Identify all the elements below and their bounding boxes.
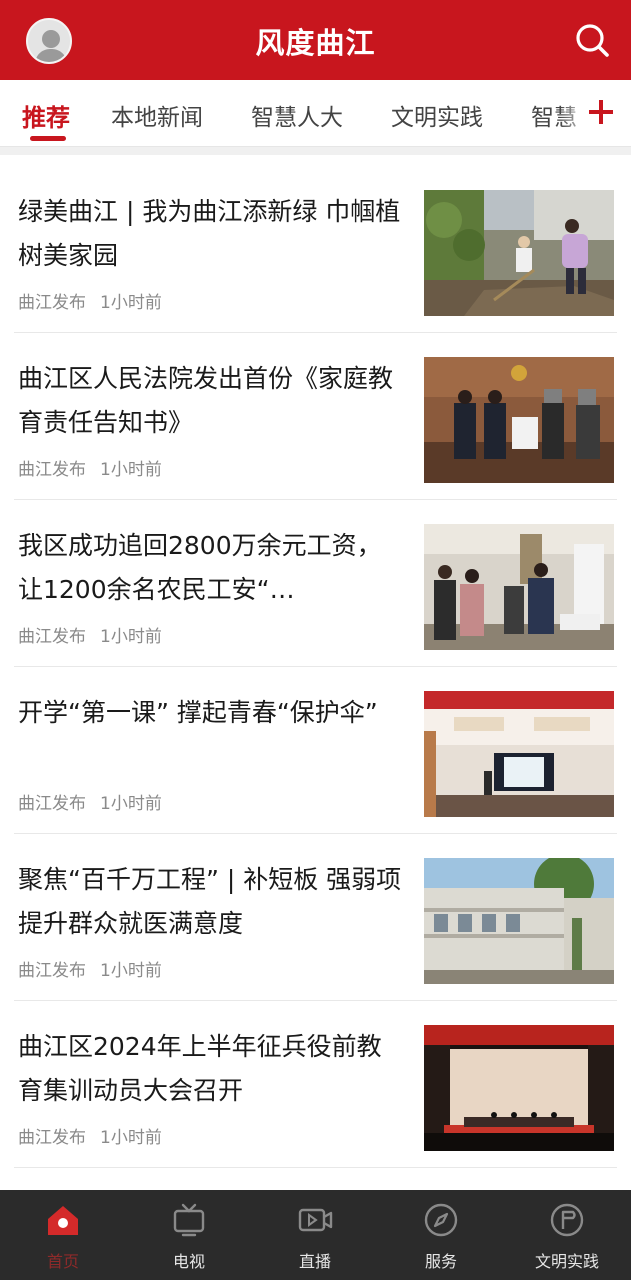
home-icon xyxy=(48,1206,78,1235)
bottom-navigation: 首页 电视 直播 服务 文明实践 xyxy=(0,1190,631,1280)
news-time: 1小时前 xyxy=(100,460,162,480)
news-thumbnail[interactable] xyxy=(424,1025,614,1151)
news-time: 1小时前 xyxy=(100,293,162,313)
news-title[interactable]: 聚焦“百千万工程” | 补短板 强弱项 提升群众就医满意度 xyxy=(18,858,406,946)
add-channel-button[interactable] xyxy=(586,97,616,127)
news-item[interactable]: 我区成功追回2800万余元工资，让1200余名农民工安“… 曲江发布 1小时前 xyxy=(0,500,631,667)
nav-tv[interactable]: 电视 xyxy=(139,1190,239,1280)
search-icon xyxy=(576,24,609,57)
compass-icon xyxy=(424,1203,458,1237)
hospital-building-photo xyxy=(424,858,614,984)
news-time: 1小时前 xyxy=(100,961,162,981)
nav-civilization[interactable]: 文明实践 xyxy=(517,1190,617,1280)
nav-home[interactable]: 首页 xyxy=(13,1190,113,1280)
channel-tabs: 推荐 本地新闻 智慧人大 文明实践 智慧 xyxy=(0,80,631,146)
news-time: 1小时前 xyxy=(100,1128,162,1148)
nav-civilization-label: 文明实践 xyxy=(534,1252,599,1271)
news-item[interactable]: 聚焦“百千万工程” | 补短板 强弱项 提升群众就医满意度 曲江发布 1小时前 xyxy=(0,834,631,1001)
news-meta: 曲江发布 1小时前 xyxy=(18,288,162,313)
news-item[interactable]: 曲江区2024年上半年征兵役前教育集训动员大会召开 曲江发布 1小时前 xyxy=(0,1001,631,1168)
item-separator xyxy=(14,1167,617,1168)
search-button[interactable] xyxy=(572,20,612,60)
nav-live[interactable]: 直播 xyxy=(265,1190,365,1280)
news-meta: 曲江发布 1小时前 xyxy=(18,789,162,814)
tab-recommend[interactable]: 推荐 xyxy=(22,98,70,133)
news-item[interactable]: 开学“第一课” 撑起青春“保护伞” 曲江发布 1小时前 xyxy=(0,667,631,834)
active-tab-indicator xyxy=(30,136,66,141)
news-source: 曲江发布 xyxy=(18,1128,86,1148)
nav-service-label: 服务 xyxy=(424,1252,457,1271)
nav-live-label: 直播 xyxy=(298,1252,331,1271)
tab-local-news[interactable]: 本地新闻 xyxy=(111,98,203,132)
news-thumbnail[interactable] xyxy=(424,524,614,650)
news-thumbnail[interactable] xyxy=(424,190,614,316)
news-title[interactable]: 曲江区人民法院发出首份《家庭教育责任告知书》 xyxy=(18,357,406,445)
section-divider xyxy=(0,146,631,167)
news-thumbnail[interactable] xyxy=(424,691,614,817)
office-meeting-photo xyxy=(424,524,614,650)
nav-tv-label: 电视 xyxy=(172,1252,205,1271)
news-source: 曲江发布 xyxy=(18,961,86,981)
news-title[interactable]: 我区成功追回2800万余元工资，让1200余名农民工安“… xyxy=(18,524,406,612)
news-source: 曲江发布 xyxy=(18,794,86,814)
news-item[interactable]: 曲江区人民法院发出首份《家庭教育责任告知书》 曲江发布 1小时前 xyxy=(0,333,631,500)
live-video-icon xyxy=(298,1208,333,1232)
news-title[interactable]: 绿美曲江 | 我为曲江添新绿 巾帼植树美家园 xyxy=(18,190,406,278)
plus-icon xyxy=(589,100,613,124)
classroom-lecture-photo xyxy=(424,691,614,817)
courtroom-photo xyxy=(424,357,614,483)
tv-icon xyxy=(173,1203,205,1237)
news-time: 1小时前 xyxy=(100,794,162,814)
nav-home-label: 首页 xyxy=(46,1252,79,1271)
news-meta: 曲江发布 1小时前 xyxy=(18,1123,162,1148)
news-title[interactable]: 开学“第一课” 撑起青春“保护伞” xyxy=(18,691,406,735)
tab-smart-npc[interactable]: 智慧人大 xyxy=(251,98,343,132)
news-thumbnail[interactable] xyxy=(424,357,614,483)
tree-planting-photo xyxy=(424,190,614,316)
news-meta: 曲江发布 1小时前 xyxy=(18,622,162,647)
news-time: 1小时前 xyxy=(100,627,162,647)
news-title[interactable]: 曲江区2024年上半年征兵役前教育集训动员大会召开 xyxy=(18,1025,406,1113)
news-thumbnail[interactable] xyxy=(424,858,614,984)
nav-service[interactable]: 服务 xyxy=(391,1190,491,1280)
tab-civilization-practice[interactable]: 文明实践 xyxy=(391,98,483,132)
news-meta: 曲江发布 1小时前 xyxy=(18,455,162,480)
auditorium-stage-photo xyxy=(424,1025,614,1151)
news-meta: 曲江发布 1小时前 xyxy=(18,956,162,981)
news-source: 曲江发布 xyxy=(18,627,86,647)
news-source: 曲江发布 xyxy=(18,293,86,313)
flag-badge-icon xyxy=(550,1203,584,1237)
app-header: 风度曲江 xyxy=(0,0,631,80)
app-title: 风度曲江 xyxy=(255,26,376,60)
news-source: 曲江发布 xyxy=(18,460,86,480)
news-item[interactable]: 绿美曲江 | 我为曲江添新绿 巾帼植树美家园 曲江发布 1小时前 xyxy=(0,166,631,333)
